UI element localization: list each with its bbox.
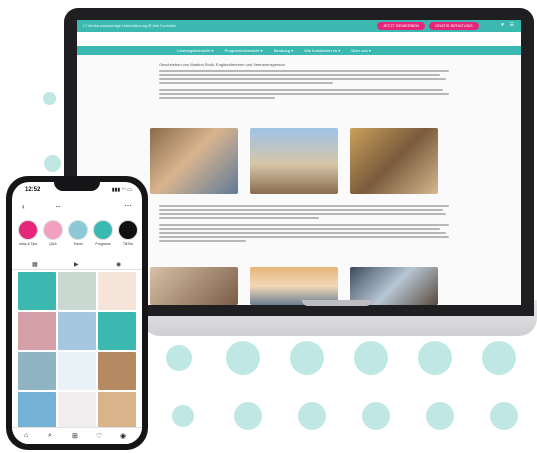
laptop-notch — [302, 300, 372, 306]
tab-grid[interactable]: ▦ — [32, 261, 38, 268]
profile-header: ‹ ... ⋯ — [12, 200, 142, 214]
create-post-icon[interactable]: ⊞ — [72, 432, 78, 440]
back-icon[interactable]: ‹ — [22, 202, 25, 211]
intro-text: Geschrieben von Martina Stolk, Englischl… — [159, 62, 449, 101]
phone-screen: 12:52 ▮▮▮ ◠ ▭ ‹ ... ⋯ Infos & Tips Q&A T… — [12, 182, 142, 444]
post-thumbnail[interactable] — [98, 352, 136, 390]
post-thumbnail[interactable] — [98, 312, 136, 350]
apply-button[interactable]: JETZT BEWERBEN — [377, 22, 425, 30]
photo-horse-ride — [250, 128, 338, 194]
tab-tagged[interactable]: ◉ — [116, 261, 121, 268]
decorative-dot — [44, 155, 61, 172]
article-heading: Geschrieben von Martina Stolk, Englischl… — [159, 62, 285, 67]
bottom-navigation: ⌂ ⌕ ⊞ ♡ ◉ — [12, 427, 142, 444]
decorative-dot — [234, 402, 262, 430]
smartphone: 12:52 ▮▮▮ ◠ ▭ ‹ ... ⋯ Infos & Tips Q&A T… — [6, 176, 148, 450]
decorative-dot — [354, 341, 388, 375]
status-icons: ▮▮▮ ◠ ▭ — [111, 187, 132, 193]
decorative-dot — [43, 92, 56, 105]
topbar-contact-info: ☐ Vertrauenswürdige Unterstützung ✉ Alle… — [83, 23, 176, 28]
consultation-button[interactable]: GRATIS BERATUNG — [429, 22, 479, 30]
phone-notch — [54, 182, 100, 191]
post-thumbnail[interactable] — [98, 392, 136, 430]
decorative-dot — [418, 341, 452, 375]
topbar-icons[interactable]: ♥ ☰ — [501, 22, 516, 28]
nav-item[interactable]: Leistungsübersicht ▾ — [177, 48, 213, 53]
search-icon[interactable]: ⌕ — [48, 432, 52, 440]
website-topbar: ☐ Vertrauenswürdige Unterstützung ✉ Alle… — [77, 20, 521, 32]
decorative-dot — [490, 402, 518, 430]
photo-group — [150, 267, 238, 305]
tab-reels[interactable]: ▶ — [74, 261, 79, 268]
photo-flowers — [350, 128, 438, 194]
post-thumbnail[interactable] — [58, 352, 96, 390]
activity-icon[interactable]: ♡ — [96, 432, 102, 440]
post-thumbnail[interactable] — [98, 272, 136, 310]
post-thumbnail[interactable] — [58, 312, 96, 350]
story-highlight[interactable]: Infos & Tips — [16, 220, 40, 246]
nav-item[interactable]: Programmübersicht ▾ — [225, 48, 263, 53]
photo-friends — [150, 128, 238, 194]
decorative-dot — [482, 341, 516, 375]
decorative-dot — [362, 402, 390, 430]
profile-username: ... — [56, 203, 61, 209]
decorative-dot — [172, 405, 194, 427]
post-thumbnail[interactable] — [58, 272, 96, 310]
story-highlight[interactable]: Travel — [66, 220, 90, 246]
post-thumbnail[interactable] — [58, 392, 96, 430]
nav-item[interactable]: Über uns ▾ — [351, 48, 370, 53]
status-time: 12:52 — [25, 187, 41, 193]
decorative-dot — [298, 402, 326, 430]
post-thumbnail[interactable] — [18, 392, 56, 430]
main-navigation: Leistungsübersicht ▾ Programmübersicht ▾… — [77, 46, 521, 55]
profile-icon[interactable]: ◉ — [120, 432, 126, 440]
post-grid — [18, 272, 136, 444]
decorative-dot — [226, 341, 260, 375]
body-text — [159, 205, 449, 244]
profile-tabs: ▦ ▶ ◉ — [12, 260, 142, 270]
decorative-dot — [426, 402, 454, 430]
post-thumbnail[interactable] — [18, 352, 56, 390]
nav-item[interactable]: Beratung ▾ — [274, 48, 293, 53]
decorative-dot — [166, 345, 192, 371]
post-thumbnail[interactable] — [18, 272, 56, 310]
story-highlight[interactable]: Programs — [91, 220, 115, 246]
post-thumbnail[interactable] — [18, 312, 56, 350]
decorative-dot — [290, 341, 324, 375]
story-highlight[interactable]: TikTok — [116, 220, 140, 246]
home-icon[interactable]: ⌂ — [24, 432, 28, 439]
story-highlight[interactable]: Q&A — [41, 220, 65, 246]
more-icon[interactable]: ⋯ — [124, 201, 132, 210]
nav-item[interactable]: Wie funktioniert es ▾ — [304, 48, 340, 53]
logo-bar — [77, 32, 521, 46]
